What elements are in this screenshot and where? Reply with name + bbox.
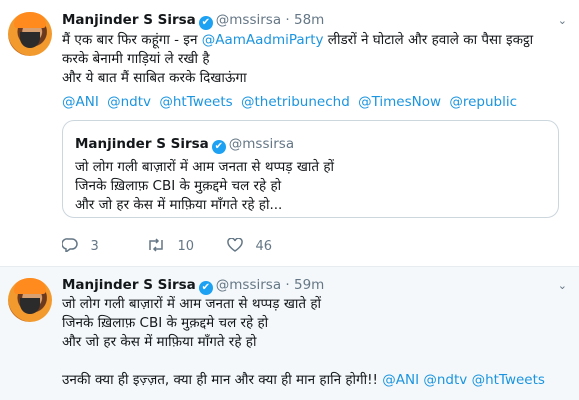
like-button[interactable]: 46	[227, 237, 272, 254]
text-segment: उनकी क्या ही इज़्ज़त, क्या ही मान और क्य…	[62, 372, 383, 388]
quoted-author-name: Manjinder S Sirsa	[75, 136, 209, 152]
quoted-author-handle: @mssirsa	[228, 136, 295, 152]
tweet-text-line-1: जो लोग गली बाज़ारों में आम जनता से थप्पड…	[62, 296, 322, 312]
text-segment: मैं एक बार फिर कहूंगा - इन	[62, 32, 202, 48]
tweet-text: जो लोग गली बाज़ारों में आम जनता से थप्पड…	[62, 295, 569, 390]
separator-dot: ·	[285, 12, 290, 28]
mention-link[interactable]: @ndtv	[423, 372, 467, 388]
reply-count: 3	[90, 239, 99, 254]
avatar[interactable]	[8, 12, 52, 56]
verified-icon: ✔	[211, 140, 226, 154]
tweet-header: Manjinder S Sirsa ✔ @mssirsa · 59m	[62, 277, 324, 295]
tweet-header: Manjinder S Sirsa ✔ @mssirsa · 58m	[62, 12, 324, 30]
mention-link[interactable]: @ndtv	[107, 94, 151, 110]
author-name[interactable]: Manjinder S Sirsa	[62, 12, 196, 28]
reply-button[interactable]: 3	[61, 238, 99, 254]
tweet-text-line-4: उनकी क्या ही इज़्ज़त, क्या ही मान और क्य…	[62, 371, 569, 390]
mention-list: @ANI @ndtv @htTweets @thetribunechd @Tim…	[62, 94, 521, 110]
quoted-text-line-2: जिनके ख़िलाफ़ CBI के मुक़द्दमे चल रहे हो	[75, 178, 282, 194]
quoted-tweet-text: जो लोग गली बाज़ारों में आम जनता से थप्पड…	[75, 158, 334, 215]
verified-icon: ✔	[198, 281, 213, 295]
retweet-count: 10	[177, 239, 194, 254]
tweet-text-line-2: जिनके ख़िलाफ़ CBI के मुक़द्दमे चल रहे हो	[62, 315, 269, 331]
avatar-turban	[14, 278, 46, 294]
tweet-1[interactable]: Manjinder S Sirsa ✔ @mssirsa · 58m ⌄ मैं ए…	[0, 0, 579, 267]
author-name[interactable]: Manjinder S Sirsa	[62, 277, 196, 293]
mention-link[interactable]: @htTweets	[472, 372, 545, 388]
avatar[interactable]	[8, 278, 52, 322]
like-count: 46	[255, 239, 272, 254]
separator-dot: ·	[285, 277, 290, 293]
author-handle[interactable]: @mssirsa	[216, 277, 281, 293]
heart-icon	[227, 237, 247, 254]
reply-icon	[61, 238, 82, 254]
tweet-text-line-3: और जो हर केस में माफ़िया माँगते रहे हो	[62, 334, 257, 350]
quoted-tweet-header: Manjinder S Sirsa ✔ @mssirsa	[75, 136, 294, 154]
tweet-text-line-3: और ये बात मैं साबित करके दिखाऊंगा	[62, 70, 247, 86]
tweet-text-line-1: मैं एक बार फिर कहूंगा - इन @AamAadmiPart…	[62, 31, 569, 50]
avatar-turban	[14, 12, 46, 28]
tweet-text: मैं एक बार फिर कहूंगा - इन @AamAadmiPart…	[62, 31, 569, 88]
mention-link[interactable]: @ANI	[382, 372, 419, 388]
quoted-text-line-1: जो लोग गली बाज़ारों में आम जनता से थप्पड…	[75, 159, 335, 175]
author-handle[interactable]: @mssirsa	[216, 12, 281, 28]
retweet-icon	[147, 238, 169, 254]
quoted-tweet[interactable]: Manjinder S Sirsa ✔ @mssirsa जो लोग गली बा…	[62, 120, 559, 218]
mention-link[interactable]: @AamAadmiParty	[202, 32, 324, 48]
tweet-time[interactable]: 58m	[294, 12, 324, 28]
tweet-2[interactable]: Manjinder S Sirsa ✔ @mssirsa · 59m ⌄ जो लो…	[0, 267, 579, 400]
mention-link[interactable]: @htTweets	[159, 94, 232, 110]
mention-link[interactable]: @TimesNow	[358, 94, 441, 110]
chevron-down-icon[interactable]: ⌄	[558, 279, 567, 292]
retweet-button[interactable]: 10	[147, 238, 194, 254]
avatar-beard	[20, 32, 40, 48]
avatar-beard	[20, 298, 40, 314]
mention-link[interactable]: @ANI	[62, 94, 99, 110]
tweet-time[interactable]: 59m	[294, 277, 324, 293]
quoted-text-line-3: और जो हर केस में माफ़िया माँगते रहे हो..…	[75, 197, 283, 213]
mention-link[interactable]: @republic	[449, 94, 517, 110]
verified-icon: ✔	[198, 16, 213, 30]
chevron-down-icon[interactable]: ⌄	[558, 14, 567, 27]
text-segment: लीडरों ने घोटाले और हवाले का पैसा इकट्ठा	[323, 32, 534, 48]
tweet-text-line-2: करके बेनामी गाड़ियां ले रखी है	[62, 51, 210, 67]
mention-link[interactable]: @thetribunechd	[241, 94, 350, 110]
